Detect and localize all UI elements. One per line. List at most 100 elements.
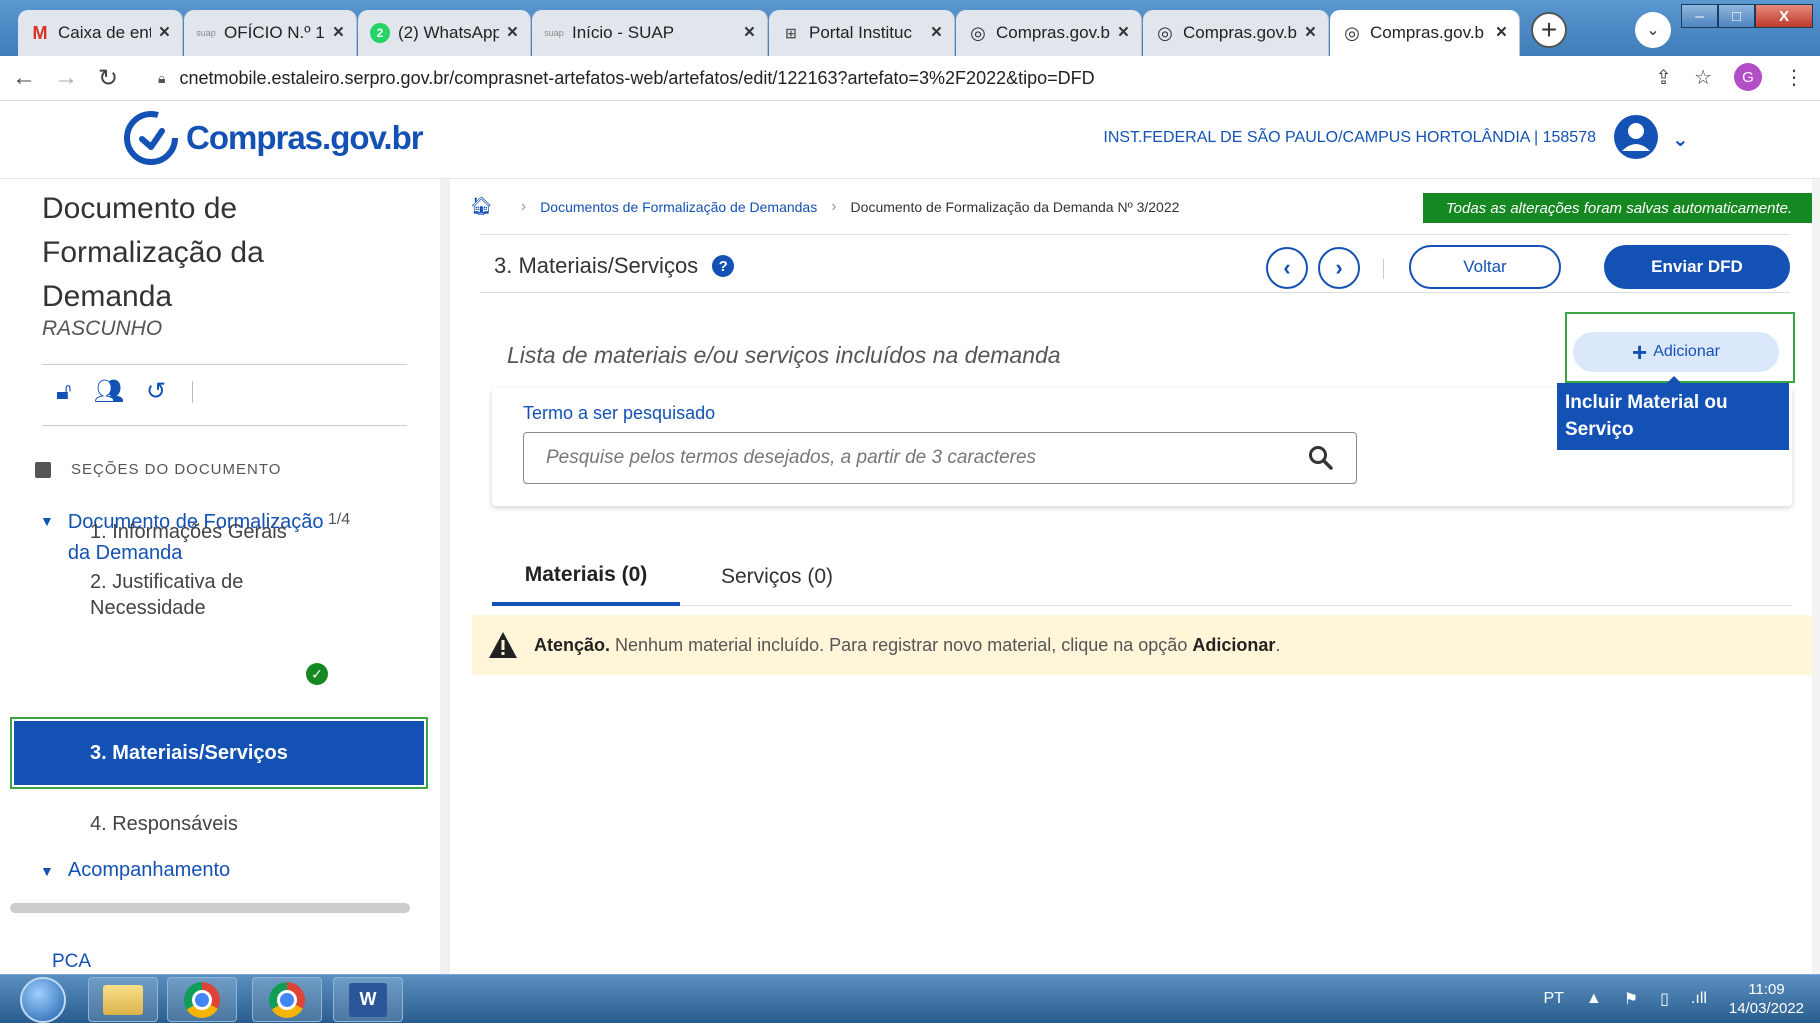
close-icon[interactable]: ×: [931, 22, 942, 44]
breadcrumb-separator: ›: [520, 197, 527, 215]
adicionar-button[interactable]: + Adicionar: [1573, 332, 1779, 372]
sections-header[interactable]: SEÇÕES DO DOCUMENTO: [35, 461, 281, 478]
back-arrow-icon[interactable]: ←: [6, 60, 42, 96]
history-icon[interactable]: ↺: [146, 377, 166, 406]
maximize-button[interactable]: □: [1718, 4, 1755, 28]
site-header: Compras.gov.br INST.FEDERAL DE SÃO PAULO…: [0, 101, 1820, 179]
folder-icon: [103, 984, 143, 1015]
check-circle-icon: ✓: [306, 663, 328, 685]
new-tab-button[interactable]: +: [1531, 12, 1567, 48]
search-icon[interactable]: [1308, 445, 1334, 471]
word-taskbar-button[interactable]: W: [333, 977, 403, 1022]
signal-icon[interactable]: .ıll: [1691, 990, 1707, 1008]
close-icon[interactable]: ×: [159, 22, 170, 44]
tab-search-button[interactable]: ⌄: [1635, 12, 1671, 48]
logo-text: Compras.gov.br: [186, 119, 424, 156]
bookmark-star-icon[interactable]: ☆: [1694, 65, 1712, 90]
tab-label: (2) WhatsApp: [398, 23, 499, 42]
step-title-text: 3. Materiais/Serviços: [494, 253, 699, 278]
browser-tab[interactable]: ⊞ Portal Instituc ×: [769, 10, 955, 56]
browser-tab[interactable]: 2 (2) WhatsApp ×: [358, 10, 531, 56]
enviar-dfd-button[interactable]: Enviar DFD: [1604, 245, 1790, 289]
menu-kebab-icon[interactable]: ⋮: [1784, 65, 1804, 90]
home-icon[interactable]: 🏠︎: [470, 196, 493, 217]
next-step-button[interactable]: ›: [1318, 247, 1360, 289]
divider: [42, 425, 407, 426]
close-icon[interactable]: ×: [744, 22, 755, 44]
add-tooltip: Incluir Material ou Serviço: [1557, 376, 1789, 450]
start-button[interactable]: [20, 977, 66, 1023]
window-controls: – □ X: [1681, 4, 1816, 30]
adicionar-label: Adicionar: [1653, 343, 1720, 360]
user-icon[interactable]: [1612, 113, 1660, 161]
plus-icon: +: [1632, 337, 1648, 367]
close-icon[interactable]: ×: [333, 22, 344, 44]
add-button-highlight: + Adicionar: [1565, 312, 1795, 383]
sidebar-item-informacoes-gerais[interactable]: 1. Informações Gerais: [90, 519, 287, 545]
browser-tab[interactable]: suap Início - SUAP ×: [532, 10, 768, 56]
action-center-icon[interactable]: ⚑: [1624, 989, 1638, 1009]
close-icon[interactable]: ×: [507, 22, 518, 44]
system-clock[interactable]: 11:09 14/03/2022: [1729, 980, 1804, 1018]
reload-icon[interactable]: ↻: [90, 60, 126, 96]
url-field[interactable]: 🔒︎ cnetmobile.estaleiro.serpro.gov.br/co…: [158, 62, 1638, 95]
document-toolbar: 🔓︎ 👥︎ ↺: [56, 377, 194, 406]
close-icon[interactable]: ×: [1118, 22, 1129, 44]
chevron-down-icon[interactable]: ⌄: [1672, 127, 1689, 152]
voltar-button[interactable]: Voltar: [1409, 245, 1561, 289]
system-tray: PT ▲ ⚑ ▯ .ıll 11:09 14/03/2022: [1543, 980, 1804, 1018]
explorer-taskbar-button[interactable]: [88, 977, 158, 1022]
sidebar-item-justificativa[interactable]: 2. Justificativa de Necessidade: [90, 569, 280, 621]
whatsapp-icon: 2: [370, 23, 390, 43]
close-icon[interactable]: ×: [1496, 22, 1507, 44]
sidebar-group-acompanhamento[interactable]: ▼ Acompanhamento: [40, 859, 230, 882]
browser-tab[interactable]: suap OFÍCIO N.º 13 ×: [184, 10, 357, 56]
sidebar-scrollbar[interactable]: [440, 179, 450, 974]
close-icon[interactable]: ×: [1305, 22, 1316, 44]
unlock-icon[interactable]: 🔓︎: [56, 378, 72, 406]
browser-tab-active[interactable]: ◎ Compras.gov.b ×: [1330, 10, 1520, 56]
tab-label: Início - SUAP: [572, 23, 675, 42]
tab-label: OFÍCIO N.º 13: [224, 23, 325, 42]
tray-expand-icon[interactable]: ▲: [1586, 990, 1602, 1008]
sidebar-item-pca[interactable]: PCA: [52, 951, 91, 973]
forward-arrow-icon[interactable]: →: [48, 60, 84, 96]
battery-icon[interactable]: ▯: [1660, 989, 1669, 1009]
tab-label: Compras.gov.b: [996, 23, 1110, 42]
divider: [1383, 259, 1384, 279]
suap-icon: suap: [196, 28, 216, 38]
clock-date: 14/03/2022: [1728, 1000, 1804, 1017]
browser-toolbar-icons: ⇪ ☆ G ⋮: [1655, 63, 1804, 91]
list-title: Lista de materiais e/ou serviços incluíd…: [507, 342, 1061, 368]
word-icon: W: [349, 982, 387, 1017]
tab-materiais[interactable]: Materiais (0): [492, 548, 680, 606]
tab-label: Portal Instituc: [809, 23, 912, 42]
main-scrollbar[interactable]: [1812, 179, 1820, 974]
language-indicator[interactable]: PT: [1543, 990, 1563, 1008]
share-icon[interactable]: ⇪: [1655, 65, 1672, 90]
sidebar-item-responsaveis[interactable]: 4. Responsáveis: [90, 811, 238, 837]
chrome-taskbar-button[interactable]: [252, 977, 322, 1022]
compras-logo[interactable]: Compras.gov.br: [122, 109, 424, 167]
breadcrumb-link[interactable]: Documentos de Formalização de Demandas: [540, 199, 817, 215]
browser-tab[interactable]: ◎ Compras.gov.b ×: [956, 10, 1142, 56]
search-input[interactable]: [524, 433, 1284, 483]
sidebar-item-materiais-servicos[interactable]: 3. Materiais/Serviços: [10, 717, 428, 789]
tab-servicos[interactable]: Serviços (0): [682, 548, 872, 606]
browser-tab[interactable]: ◎ Compras.gov.b ×: [1143, 10, 1329, 56]
search-label: Termo a ser pesquisado: [523, 403, 716, 423]
profile-avatar[interactable]: G: [1734, 63, 1762, 91]
minimize-button[interactable]: –: [1681, 4, 1718, 28]
document-title: Documento de Formalização da Demanda: [42, 192, 264, 313]
users-icon[interactable]: 👥︎: [94, 377, 124, 406]
organization-name: INST.FEDERAL DE SÃO PAULO/CAMPUS HORTOLÂ…: [1103, 129, 1596, 146]
previous-step-button[interactable]: ‹: [1266, 247, 1308, 289]
browser-tab[interactable]: M Caixa de entra ×: [18, 10, 183, 56]
close-window-button[interactable]: X: [1755, 4, 1813, 28]
tab-label: Compras.gov.b: [1183, 23, 1297, 42]
sidebar: Documento de Formalização da Demanda RAS…: [0, 179, 440, 974]
help-icon[interactable]: ?: [712, 255, 735, 277]
compras-logo-icon: [124, 111, 178, 165]
chrome-taskbar-button[interactable]: [167, 977, 237, 1022]
horizontal-scrollbar[interactable]: [10, 903, 410, 913]
